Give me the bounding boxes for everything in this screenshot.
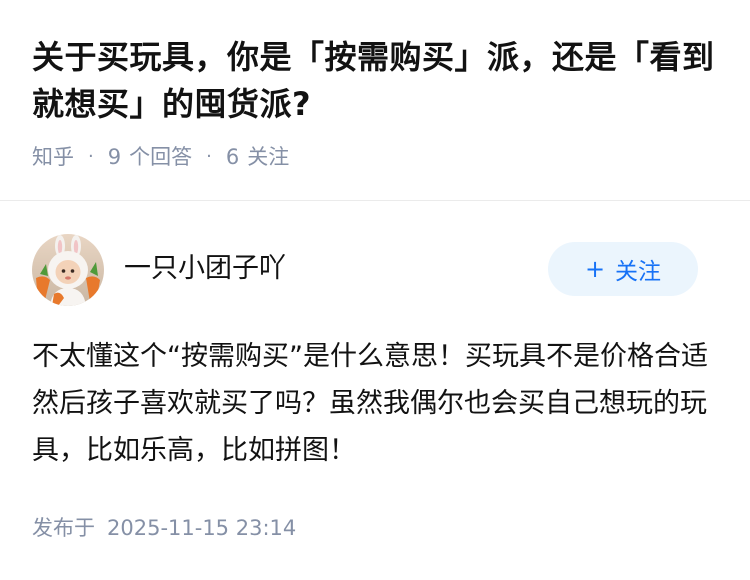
source-label[interactable]: 知乎 xyxy=(32,143,74,171)
author-row: 一只小团子吖 + 关注 xyxy=(32,234,698,306)
meta-separator: · xyxy=(206,146,212,167)
page: 关于买玩具，你是「按需购买」派，还是「看到就想买」的囤货派? 知乎 · 9 个回… xyxy=(0,0,750,580)
question-meta: 知乎 · 9 个回答 · 6 关注 xyxy=(32,143,722,171)
published-label: 发布于 xyxy=(32,516,95,540)
avatar[interactable] xyxy=(32,234,104,306)
follower-count: 6 xyxy=(225,145,240,169)
publish-time: 发布于 2025-11-15 23:14 xyxy=(32,513,296,543)
author-name[interactable]: 一只小团子吖 xyxy=(124,251,286,287)
follow-button-label: 关注 xyxy=(615,259,662,285)
follow-button[interactable]: + 关注 xyxy=(548,242,698,296)
meta-separator: · xyxy=(88,146,94,167)
answer-content[interactable]: 不太懂这个“按需购买”是什么意思！买玩具不是价格合适然后孩子喜欢就买了吗？虽然我… xyxy=(32,333,722,474)
follower-count-label[interactable]: 关注 xyxy=(247,143,289,171)
section-divider xyxy=(0,200,750,201)
plus-icon: + xyxy=(584,255,606,283)
answer-count: 9 xyxy=(107,145,122,169)
avatar-image xyxy=(32,234,104,306)
question-title[interactable]: 关于买玩具，你是「按需购买」派，还是「看到就想买」的囤货派? xyxy=(32,34,722,128)
published-time: 2025-11-15 23:14 xyxy=(107,516,297,540)
question-header: 关于买玩具，你是「按需购买」派，还是「看到就想买」的囤货派? 知乎 · 9 个回… xyxy=(32,34,722,171)
answer-count-label[interactable]: 个回答 xyxy=(129,143,192,171)
